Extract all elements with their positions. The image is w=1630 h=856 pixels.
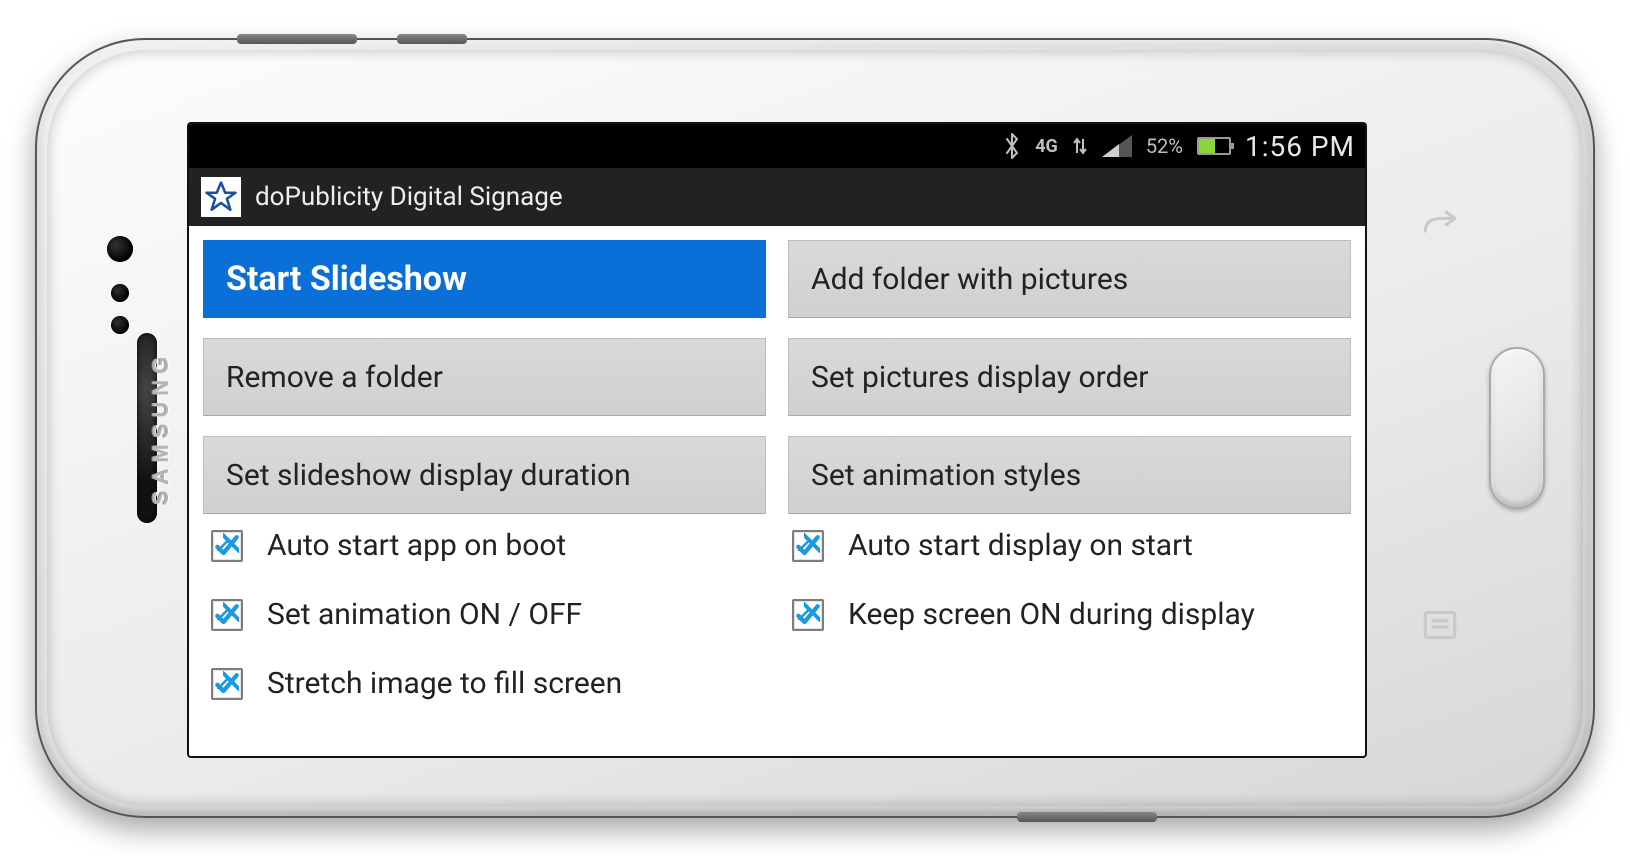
add-folder-button[interactable]: Add folder with pictures (788, 240, 1351, 318)
side-button (397, 34, 467, 44)
app-icon (201, 177, 241, 217)
checkbox-grid: Auto start app on boot Auto start displa… (189, 522, 1365, 701)
checkbox-label: Set animation ON / OFF (267, 597, 582, 632)
set-display-order-button[interactable]: Set pictures display order (788, 338, 1351, 416)
data-arrows-icon (1072, 135, 1088, 157)
remove-folder-button[interactable]: Remove a folder (203, 338, 766, 416)
keep-screen-on-row: Keep screen ON during display (792, 597, 1351, 632)
auto-start-boot-checkbox[interactable] (211, 530, 243, 562)
light-sensor (111, 316, 129, 334)
status-bar: 4G 52% 1:56 PM (189, 124, 1365, 168)
button-grid: Start Slideshow Add folder with pictures… (189, 226, 1365, 522)
button-label: Set slideshow display duration (226, 458, 631, 493)
auto-start-display-checkbox[interactable] (792, 530, 824, 562)
app-title: doPublicity Digital Signage (255, 182, 563, 212)
auto-start-boot-row: Auto start app on boot (211, 528, 770, 563)
phone-bezel: SAMSUNG 4G (47, 50, 1583, 806)
back-capacitive-button[interactable] (1415, 206, 1465, 256)
signal-icon (1102, 135, 1132, 157)
button-label: Start Slideshow (226, 259, 467, 299)
checkbox-label: Auto start display on start (848, 528, 1193, 563)
bluetooth-icon (1003, 132, 1021, 160)
screen: 4G 52% 1:56 PM doPublicity Digital Sig (187, 122, 1367, 758)
menu-capacitive-button[interactable] (1415, 600, 1465, 650)
button-label: Remove a folder (226, 360, 443, 395)
stretch-fill-row: Stretch image to fill screen (211, 666, 770, 701)
power-button (1017, 812, 1157, 822)
checkbox-label: Keep screen ON during display (848, 597, 1255, 632)
battery-percent: 52% (1146, 134, 1183, 158)
back-icon (1419, 210, 1461, 252)
checkbox-label: Auto start app on boot (267, 528, 566, 563)
proximity-sensor (111, 284, 129, 302)
stretch-fill-checkbox[interactable] (211, 668, 243, 700)
animation-toggle-checkbox[interactable] (211, 599, 243, 631)
battery-icon (1197, 137, 1231, 155)
checkbox-label: Stretch image to fill screen (267, 666, 622, 701)
phone-frame: SAMSUNG 4G (35, 38, 1595, 818)
clock: 1:56 PM (1245, 130, 1355, 163)
animation-toggle-row: Set animation ON / OFF (211, 597, 770, 632)
volume-rocker (237, 34, 357, 44)
button-label: Set animation styles (811, 458, 1081, 493)
home-button[interactable] (1489, 347, 1545, 509)
set-animation-styles-button[interactable]: Set animation styles (788, 436, 1351, 514)
set-duration-button[interactable]: Set slideshow display duration (203, 436, 766, 514)
button-label: Set pictures display order (811, 360, 1148, 395)
app-bar: doPublicity Digital Signage (189, 168, 1365, 226)
button-label: Add folder with pictures (811, 262, 1128, 297)
auto-start-display-row: Auto start display on start (792, 528, 1351, 563)
start-slideshow-button[interactable]: Start Slideshow (203, 240, 766, 318)
keep-screen-on-checkbox[interactable] (792, 599, 824, 631)
network-type-label: 4G (1035, 136, 1058, 157)
brand-label: SAMSUNG (148, 351, 174, 505)
camera-lens (107, 236, 133, 262)
menu-icon (1419, 604, 1461, 646)
